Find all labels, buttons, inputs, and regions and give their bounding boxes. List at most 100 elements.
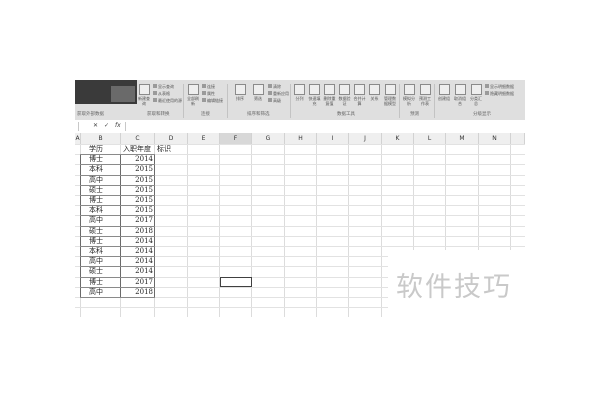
subtotal-button[interactable]: 分类汇总	[469, 84, 483, 106]
cell-year[interactable]: 2014	[123, 246, 153, 256]
relationships-icon	[369, 84, 380, 95]
grid-column-line	[348, 144, 349, 317]
cell-education[interactable]: 博士	[89, 236, 119, 246]
cell-education[interactable]: 博士	[89, 277, 119, 287]
cell-education[interactable]: 高中	[89, 287, 119, 297]
watermark-text: 软件技巧	[396, 272, 512, 303]
cell-education[interactable]: 高中	[89, 215, 119, 225]
function-icon[interactable]: fx	[115, 122, 121, 129]
flash-fill-button[interactable]: 快速填充	[308, 84, 321, 106]
header-cell-year[interactable]: 入职年度	[123, 144, 155, 154]
column-header-f[interactable]: F	[220, 133, 252, 144]
remove-duplicates-button[interactable]: 删除重复值	[323, 84, 336, 106]
hide-detail-button[interactable]: 隐藏明细数据	[485, 91, 514, 96]
external-data-icon	[111, 86, 135, 102]
from-table-button[interactable]: 从表格	[153, 91, 170, 96]
column-header-b[interactable]: B	[81, 133, 121, 144]
group-separator	[227, 84, 228, 118]
cell-year[interactable]: 2014	[123, 236, 153, 246]
cell-year[interactable]: 2015	[123, 164, 153, 174]
grid-column-line	[381, 144, 382, 317]
group-button[interactable]: 创建组	[437, 84, 451, 106]
cell-year[interactable]: 2018	[123, 287, 153, 297]
name-box-divider	[78, 122, 79, 131]
clear-button[interactable]: 清除	[268, 84, 281, 89]
connections-button[interactable]: 连接	[202, 84, 215, 89]
cell-year[interactable]: 2014	[123, 256, 153, 266]
forecast-sheet-button[interactable]: 预测工作表	[418, 84, 432, 106]
new-query-icon	[138, 84, 150, 95]
data-validation-button[interactable]: 数据验证	[338, 84, 351, 106]
header-cell-education[interactable]: 学历	[89, 144, 119, 154]
cell-education[interactable]: 博士	[89, 154, 119, 164]
cell-education[interactable]: 高中	[89, 175, 119, 185]
column-header-i[interactable]: I	[317, 133, 349, 144]
what-if-icon	[403, 84, 415, 95]
what-if-analysis-button[interactable]: 模拟分析	[402, 84, 416, 106]
cell-year[interactable]: 2015	[123, 205, 153, 215]
cell-education[interactable]: 高中	[89, 256, 119, 266]
grid-column-line	[251, 144, 252, 317]
reapply-button[interactable]: 重新应用	[268, 91, 289, 96]
column-header-h[interactable]: H	[285, 133, 317, 144]
cell-education[interactable]: 硕士	[89, 226, 119, 236]
cell-year[interactable]: 2015	[123, 185, 153, 195]
group-label-forecast: 预测	[410, 112, 419, 117]
header-cell-flag[interactable]: 标识	[157, 144, 187, 154]
group-separator	[183, 84, 184, 118]
group-label-data-tools: 数据工具	[337, 112, 355, 117]
grid-column-line	[187, 144, 188, 317]
cancel-icon[interactable]: ✕	[93, 122, 98, 129]
remove-duplicates-icon	[324, 84, 335, 95]
cell-year[interactable]: 2017	[123, 277, 153, 287]
column-header-l[interactable]: L	[414, 133, 446, 144]
data-model-icon	[384, 84, 396, 95]
enter-icon[interactable]: ✓	[104, 122, 109, 129]
cell-education[interactable]: 本科	[89, 164, 119, 174]
cell-year[interactable]: 2018	[123, 226, 153, 236]
edit-links-button[interactable]: 编辑链接	[202, 98, 223, 103]
filter-button[interactable]: 筛选	[251, 84, 265, 106]
refresh-all-button[interactable]: 全部刷新	[186, 84, 200, 106]
column-header-m[interactable]: M	[446, 133, 479, 144]
column-header-e[interactable]: E	[188, 133, 220, 144]
column-header-d[interactable]: D	[155, 133, 188, 144]
ungroup-button[interactable]: 取消组合	[453, 84, 467, 106]
new-query-button[interactable]: 新建查询	[137, 84, 151, 106]
refresh-icon	[187, 84, 199, 95]
cell-year[interactable]: 2014	[123, 266, 153, 276]
cell-education[interactable]: 本科	[89, 205, 119, 215]
cell-education[interactable]: 博士	[89, 195, 119, 205]
advanced-button[interactable]: 高级	[268, 98, 281, 103]
cell-year[interactable]: 2014	[123, 154, 153, 164]
cell-education[interactable]: 硕士	[89, 266, 119, 276]
group-label-get-external-data: 获取外部数据	[77, 112, 104, 117]
text-to-columns-button[interactable]: 分列	[293, 84, 306, 106]
grid-column-line	[316, 144, 317, 317]
properties-button[interactable]: 属性	[202, 91, 215, 96]
table-border-horizontal	[80, 297, 155, 298]
column-header-c[interactable]: C	[121, 133, 155, 144]
manage-data-model-button[interactable]: 管理数据模型	[383, 84, 397, 106]
relationships-button[interactable]: 关系	[368, 84, 381, 106]
sort-button[interactable]: 排序	[233, 84, 247, 106]
formula-divider	[125, 122, 126, 131]
show-detail-button[interactable]: 显示明细数据	[485, 84, 514, 89]
cell-year[interactable]: 2015	[123, 175, 153, 185]
ribbon-get-external-data-area[interactable]	[75, 80, 137, 104]
recent-sources-button[interactable]: 最近使用的源	[153, 98, 182, 103]
column-header-j[interactable]: J	[349, 133, 382, 144]
cell-year[interactable]: 2017	[123, 215, 153, 225]
cell-year[interactable]: 2015	[123, 195, 153, 205]
show-query-button[interactable]: 显示查询	[153, 84, 174, 89]
group-label-sort-filter: 排序和筛选	[247, 112, 270, 117]
column-header-k[interactable]: K	[382, 133, 414, 144]
cell-education[interactable]: 硕士	[89, 185, 119, 195]
column-header-g[interactable]: G	[252, 133, 285, 144]
cell-education[interactable]: 本科	[89, 246, 119, 256]
active-cell[interactable]	[220, 277, 252, 287]
group-icon	[438, 84, 450, 95]
ribbon: 获取外部数据 新建查询 显示查询 从表格 最近使用的源 获取和转换 全部刷新 连…	[75, 80, 525, 121]
column-header-n[interactable]: N	[479, 133, 511, 144]
consolidate-button[interactable]: 合并计算	[353, 84, 366, 106]
